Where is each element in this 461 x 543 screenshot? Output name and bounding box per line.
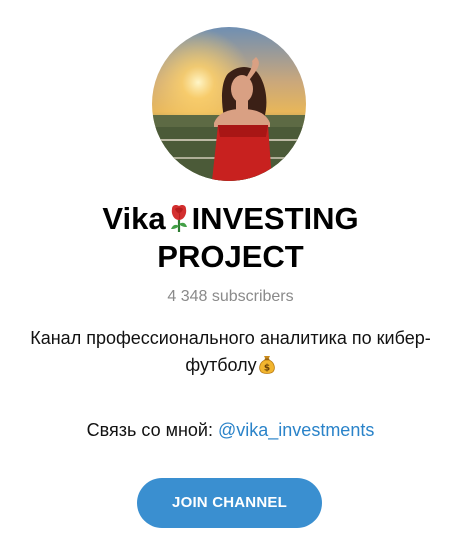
rose-icon	[170, 205, 187, 232]
title-investing-part: INVESTING	[191, 201, 359, 236]
svg-text:$: $	[264, 364, 270, 374]
title-name-part: Vika	[102, 201, 166, 236]
money-bag-icon: $	[258, 356, 275, 374]
contact-line: Связь со мной: @vika_investments	[0, 420, 461, 441]
description-line-2: футболу	[185, 355, 257, 375]
channel-card: Vika INVESTING PROJECT 4 348 subscribers…	[0, 0, 461, 543]
title-project-part: PROJECT	[157, 239, 304, 274]
contact-username-link[interactable]: @vika_investments	[218, 420, 374, 440]
description-line-1: Канал профессионального аналитика по киб…	[30, 328, 431, 348]
channel-title: Vika INVESTING PROJECT	[30, 200, 431, 276]
avatar-photo	[152, 27, 306, 181]
contact-label: Связь со мной:	[86, 420, 213, 440]
channel-description: Канал профессионального аналитика по киб…	[0, 325, 461, 379]
channel-avatar	[152, 27, 306, 181]
subscriber-count: 4 348 subscribers	[167, 288, 294, 305]
join-channel-button[interactable]: JOIN CHANNEL	[137, 478, 322, 528]
